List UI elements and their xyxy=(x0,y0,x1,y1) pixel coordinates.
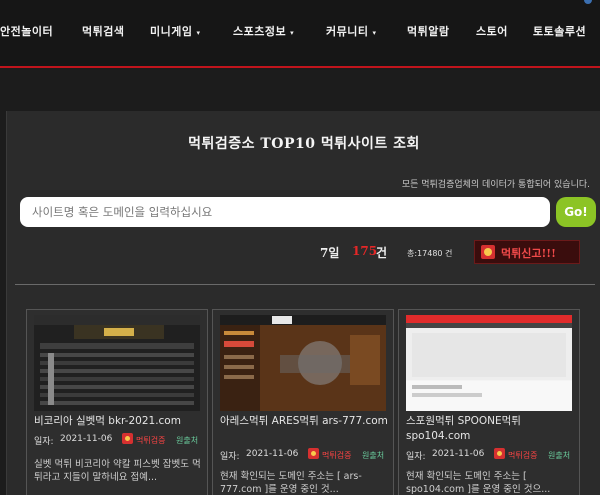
site-thumbnail xyxy=(34,315,200,411)
site-description: 현재 확인되는 도메인 주소는 [ ars-777.com ]를 운영 중인 것… xyxy=(220,471,362,495)
chevron-down-icon: ▾ xyxy=(196,27,201,37)
source-tag[interactable]: 원출처 xyxy=(548,450,570,461)
source-badge[interactable]: 먹튀검증 xyxy=(508,450,537,461)
site-name[interactable]: 아레스먹튀 ARES먹튀 ars-777.com xyxy=(220,414,390,429)
date-label: 일자: xyxy=(34,437,54,447)
site-card[interactable]: 스포원먹튀 SPOONE먹튀 spo104.com 일자: 2021-11-06… xyxy=(398,309,580,495)
report-button-label: 먹튀신고!!! xyxy=(501,247,556,260)
search-box xyxy=(20,197,550,227)
nav-item-sports-info[interactable]: 스포츠정보 ▾ xyxy=(233,23,294,39)
card-meta: 일자: 2021-11-06 먹튀검증 원출처 xyxy=(406,447,576,462)
search-panel: 먹튀검증소 TOP10 먹튀사이트 조회 모든 먹튀검증업체의 데이터가 통합되… xyxy=(6,111,600,495)
nav-indicator-icon xyxy=(584,0,592,4)
source-badge[interactable]: 먹튀검증 xyxy=(322,450,351,461)
section-divider xyxy=(15,284,595,285)
site-name[interactable]: 스포원먹튀 SPOONE먹튀 spo104.com xyxy=(406,414,576,444)
source-tag[interactable]: 원출처 xyxy=(362,450,384,461)
go-button[interactable]: Go! xyxy=(556,197,596,227)
nav-item-muktu-alarm[interactable]: 먹튀알람 xyxy=(407,23,449,39)
page-title: 먹튀검증소 TOP10 먹튀사이트 조회 xyxy=(188,136,420,152)
date-label: 일자: xyxy=(220,452,240,462)
nav-item-toto-solution[interactable]: 토토솔루션 xyxy=(533,23,586,39)
alert-icon xyxy=(481,245,495,259)
nav-item-muktu-search[interactable]: 먹튀검색 xyxy=(82,23,124,39)
chevron-down-icon: ▾ xyxy=(372,27,377,37)
chevron-down-icon: ▾ xyxy=(290,27,295,37)
site-card[interactable]: 비코리아 실벳먹 bkr-2021.com 일자: 2021-11-06 먹튀검… xyxy=(26,309,208,495)
site-description: 실벳 먹튀 비코리아 약칼 피스벳 잡벳도 먹튀라고 지들이 말하네요 접예..… xyxy=(34,459,201,483)
nav-item-minigame[interactable]: 미니게임 ▾ xyxy=(150,23,201,39)
date-value: 2021-11-06 xyxy=(246,449,299,459)
nav-item-community[interactable]: 커뮤니티 ▾ xyxy=(326,23,377,39)
site-thumbnail xyxy=(406,315,572,411)
alert-icon xyxy=(494,448,505,459)
site-card[interactable]: 아레스먹튀 ARES먹튀 ars-777.com 일자: 2021-11-06 … xyxy=(212,309,394,495)
search-input[interactable] xyxy=(20,197,550,227)
alert-icon xyxy=(122,433,133,444)
stats-count-unit: 건 xyxy=(376,246,388,260)
top-nav: 안전놀이터 먹튀검색 미니게임 ▾ 스포츠정보 ▾ 커뮤니티 ▾ 먹튀알람 스토어 토… xyxy=(0,0,600,68)
site-name[interactable]: 비코리아 실벳먹 bkr-2021.com xyxy=(34,414,204,429)
data-notice: 모든 먹튀검증업체의 데이터가 통합되어 있습니다. xyxy=(401,180,590,190)
report-button[interactable]: 먹튀신고!!! xyxy=(474,240,580,264)
source-badge[interactable]: 먹튀검증 xyxy=(136,435,165,446)
stats-count: 175 xyxy=(352,244,378,258)
alert-icon xyxy=(308,448,319,459)
date-value: 2021-11-06 xyxy=(60,434,113,444)
source-tag[interactable]: 원출처 xyxy=(176,435,198,446)
nav-menu: 안전놀이터 먹튀검색 미니게임 ▾ 스포츠정보 ▾ 커뮤니티 ▾ 먹튀알람 스토어 토… xyxy=(0,23,600,41)
date-label: 일자: xyxy=(406,452,426,462)
site-description: 현재 확인되는 도메인 주소는 [ spo104.com ]를 운영 중인 것으… xyxy=(406,471,551,495)
spacer xyxy=(0,68,600,111)
stats-days-label: 7일 xyxy=(320,246,340,260)
nav-item-store[interactable]: 스토어 xyxy=(476,23,508,39)
card-meta: 일자: 2021-11-06 먹튀검증 원출처 xyxy=(220,447,390,462)
site-thumbnail xyxy=(220,315,386,411)
stats-total: 총:17480 건 xyxy=(407,249,453,258)
card-meta: 일자: 2021-11-06 먹튀검증 원출처 xyxy=(34,432,204,447)
date-value: 2021-11-06 xyxy=(432,449,485,459)
nav-item-safe-playground[interactable]: 안전놀이터 xyxy=(0,23,53,39)
